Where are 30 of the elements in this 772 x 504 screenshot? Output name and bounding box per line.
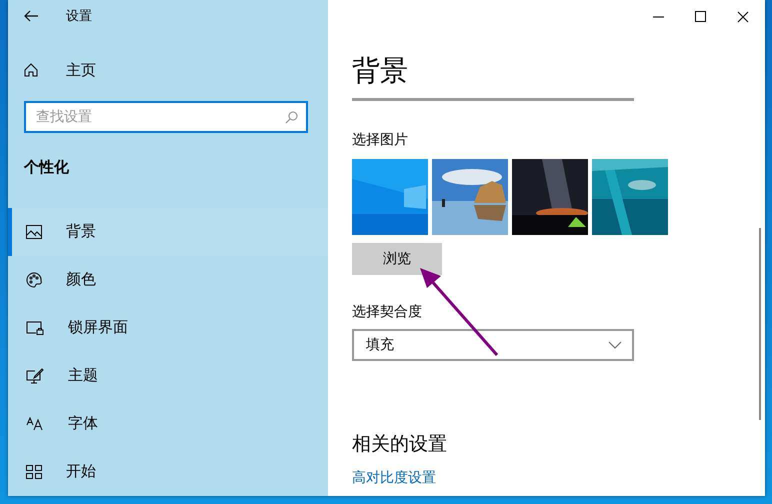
palette-icon xyxy=(26,272,42,288)
sidebar-item[interactable]: 字体 xyxy=(8,400,328,448)
start-icon xyxy=(26,464,42,479)
sidebar-item[interactable]: 开始 xyxy=(8,448,328,496)
maximize-icon[interactable] xyxy=(695,11,707,23)
high-contrast-link[interactable]: 高对比度设置 xyxy=(352,469,765,487)
search-field[interactable]: 查找设置 xyxy=(24,101,308,134)
close-icon[interactable] xyxy=(737,11,749,23)
window-title: 设置 xyxy=(66,8,92,26)
section-heading: 相关的设置 xyxy=(352,432,448,457)
section-heading: 个性化 xyxy=(24,158,69,176)
chevron-down-icon xyxy=(608,341,622,349)
browse-button[interactable]: 浏览 xyxy=(352,243,442,275)
font-icon xyxy=(26,416,44,431)
theme-icon xyxy=(26,368,44,384)
sidebar-item[interactable]: 主题 xyxy=(8,352,328,400)
scrollbar[interactable] xyxy=(759,228,761,420)
lock-screen-icon xyxy=(26,320,44,335)
home-icon xyxy=(24,63,38,78)
sidebar-item[interactable]: 背景 xyxy=(8,208,328,256)
section-label: 选择图片 xyxy=(352,131,409,149)
sidebar-item[interactable]: 锁屏界面 xyxy=(8,304,328,352)
image-icon xyxy=(26,224,42,239)
fit-dropdown[interactable]: 填充 xyxy=(352,329,634,361)
page-title: 背景 xyxy=(352,53,409,89)
search-icon xyxy=(285,111,298,124)
section-label: 选择契合度 xyxy=(352,303,423,321)
sidebar-item[interactable]: 颜色 xyxy=(8,256,328,304)
back-arrow-icon[interactable] xyxy=(24,10,38,22)
home-nav-item[interactable]: 主页 xyxy=(8,54,328,86)
